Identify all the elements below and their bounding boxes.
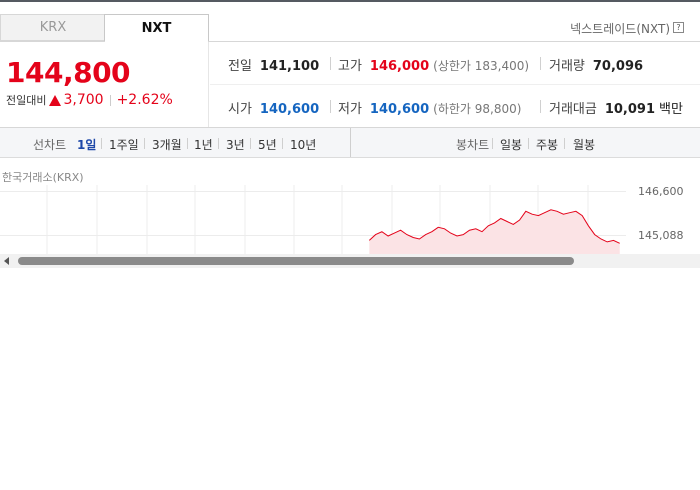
scroll-thumb[interactable] <box>18 257 574 265</box>
chart-series <box>368 209 620 255</box>
stat-separator <box>330 57 331 70</box>
prev-close-value: 141,100 <box>259 59 320 74</box>
period-separator <box>250 138 251 149</box>
period-5y[interactable]: 5년 <box>258 136 277 153</box>
volume-label: 거래량 <box>549 59 585 74</box>
price-area-fill <box>369 209 620 255</box>
open-value: 140,600 <box>259 102 320 117</box>
amount-label: 거래대금 <box>549 102 597 117</box>
period-1y[interactable]: 1년 <box>194 136 213 153</box>
y-tick-label: 146,600 <box>638 185 684 198</box>
period-separator <box>528 138 529 149</box>
price-chart: 146,600 145,088 <box>0 185 684 255</box>
period-separator <box>564 138 565 149</box>
stat-separator <box>540 100 541 113</box>
open-label: 시가 <box>228 102 252 117</box>
stat-low: 저가 140,600 (하한가 98,800) <box>338 98 521 117</box>
up-arrow-icon <box>49 94 62 106</box>
line-chart-label: 선차트 <box>33 138 67 152</box>
change-separator <box>109 94 111 106</box>
venue-label: 넥스트레이드(NXT) <box>570 22 670 36</box>
volume-value: 70,096 <box>592 59 644 74</box>
y-tick-label: 145,088 <box>638 229 684 242</box>
period-separator <box>101 138 102 149</box>
period-3y[interactable]: 3년 <box>226 136 245 153</box>
high-value: 146,000 <box>369 59 430 74</box>
tab-nxt[interactable]: NXT <box>104 14 209 42</box>
low-label: 저가 <box>338 102 362 117</box>
stat-separator <box>330 100 331 113</box>
change-value: 3,700 <box>63 92 104 108</box>
period-1w[interactable]: 1주일 <box>109 136 139 153</box>
period-3m[interactable]: 3개월 <box>152 136 182 153</box>
period-separator <box>144 138 145 149</box>
low-value: 140,600 <box>369 102 430 117</box>
price-change: 전일대비 3,700 +2.62% <box>6 92 173 108</box>
stat-amount: 거래대금 10,091 백만 <box>549 98 683 117</box>
current-price: 144,800 <box>6 56 131 89</box>
high-label: 고가 <box>338 59 362 74</box>
period-separator <box>492 138 493 149</box>
stat-volume: 거래량 70,096 <box>549 55 643 74</box>
candle-chart-label: 봉차트 <box>456 138 490 152</box>
stat-separator <box>540 57 541 70</box>
period-separator <box>187 138 188 149</box>
prev-close-label: 전일 <box>228 59 252 74</box>
change-label: 전일대비 <box>6 94 47 107</box>
upper-limit: (상한가 183,400) <box>433 59 530 73</box>
period-bar: 선차트 1일 1주일 3개월 1년 3년 5년 10년 봉차트 일봉 주봉 월봉 <box>0 128 700 158</box>
period-1d[interactable]: 1일 <box>77 136 96 153</box>
top-border <box>0 0 700 2</box>
lower-limit: (하한가 98,800) <box>433 102 522 116</box>
help-icon[interactable]: ? <box>673 22 684 33</box>
stat-prev-close: 전일 141,100 <box>228 55 319 74</box>
chart-y-ticks: 146,600 145,088 <box>638 185 684 242</box>
stat-open: 시가 140,600 <box>228 98 319 117</box>
period-bar-divider <box>350 128 351 157</box>
chart-title: 한국거래소(KRX) <box>2 171 84 184</box>
change-percent: +2.62% <box>116 92 173 108</box>
candle-daily[interactable]: 일봉 <box>500 136 522 153</box>
stat-high: 고가 146,000 (상한가 183,400) <box>338 55 529 74</box>
period-separator <box>218 138 219 149</box>
period-separator <box>282 138 283 149</box>
amount-value: 10,091 <box>604 102 656 117</box>
period-10y[interactable]: 10년 <box>290 136 316 153</box>
candle-monthly[interactable]: 월봉 <box>573 136 595 153</box>
scroll-left-arrow-icon[interactable] <box>4 257 9 265</box>
candle-weekly[interactable]: 주봉 <box>536 136 558 153</box>
stats-row-divider <box>210 84 700 85</box>
tab-krx[interactable]: KRX <box>0 14 105 41</box>
price-divider <box>208 42 209 127</box>
tab-divider-left <box>0 41 105 42</box>
amount-unit: 백만 <box>659 102 683 117</box>
tab-divider <box>208 41 700 42</box>
